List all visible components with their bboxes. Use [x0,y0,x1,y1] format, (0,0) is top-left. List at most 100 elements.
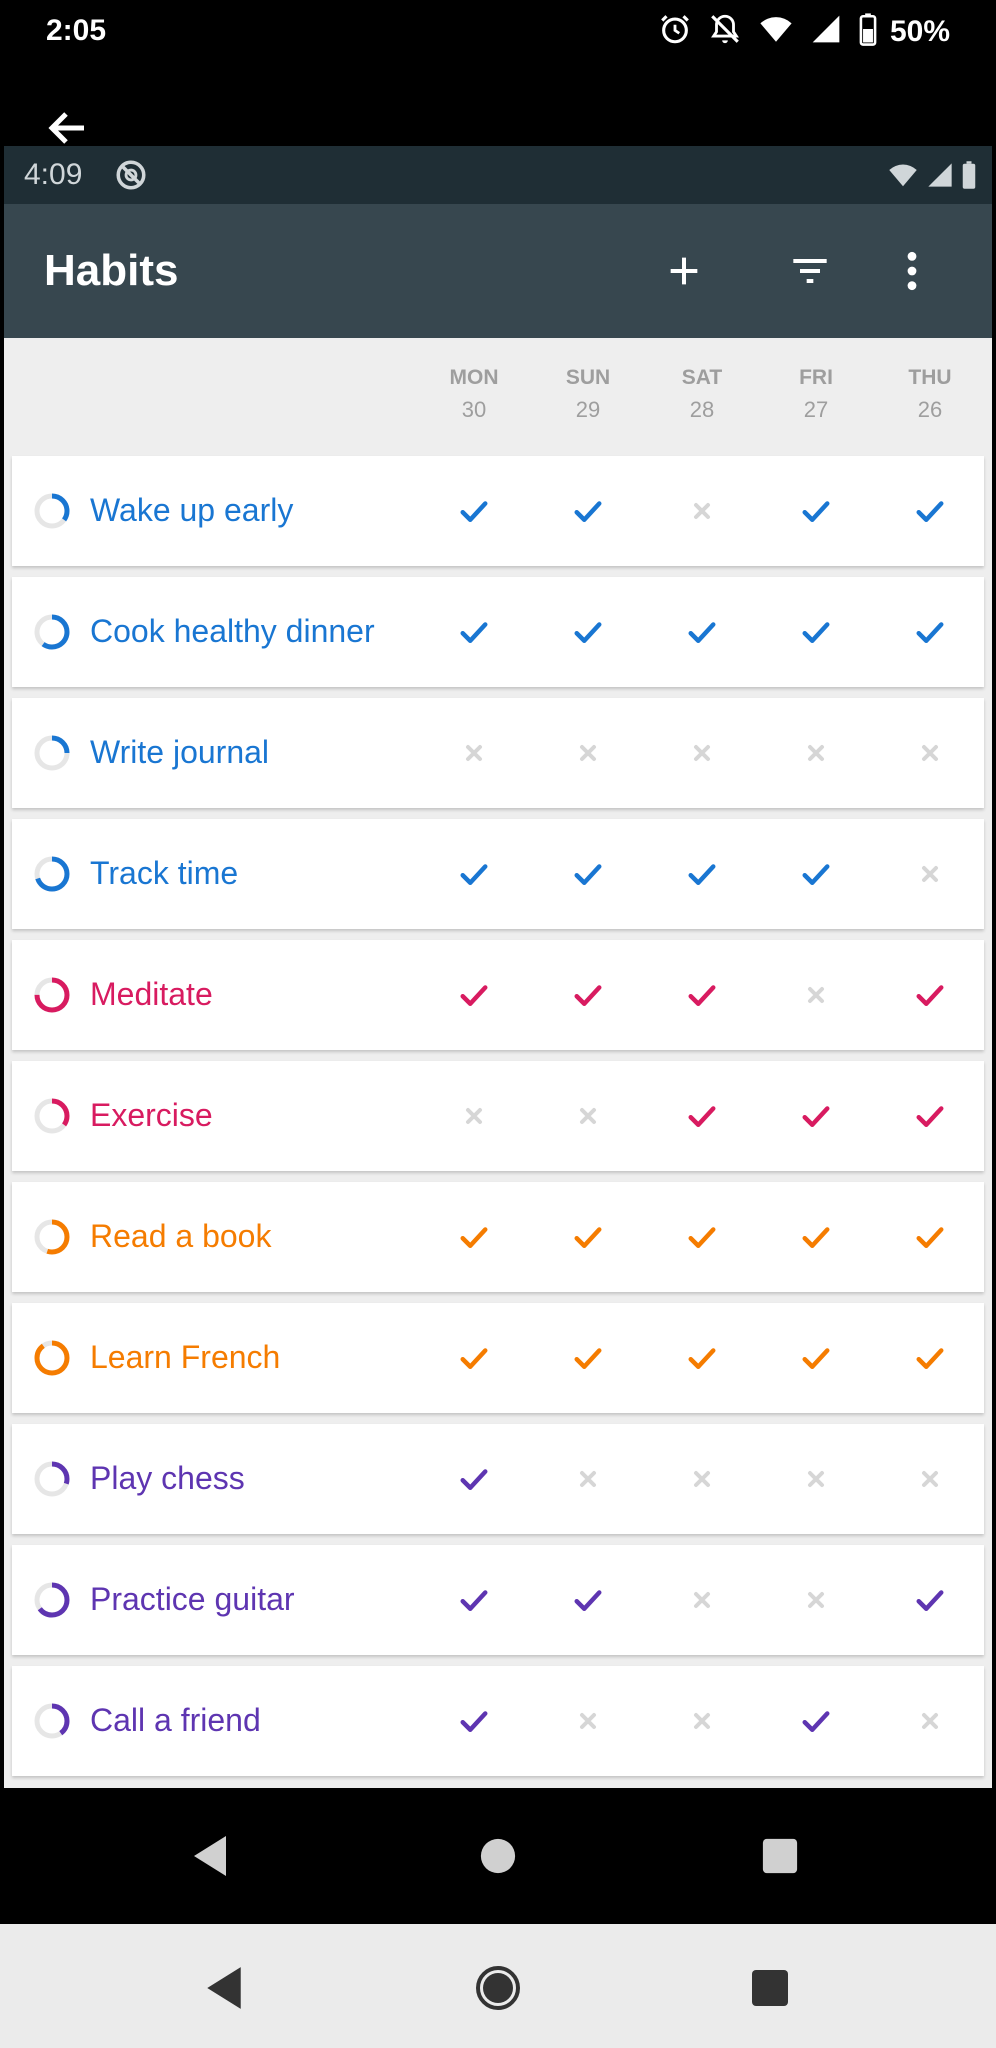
outer-back-button[interactable] [196,1960,252,2016]
check-mark-button[interactable] [566,610,610,654]
check-mark-button[interactable] [566,973,610,1017]
unchecked-mark-button[interactable] [908,731,952,775]
habit-row[interactable]: Read a book [12,1182,984,1292]
x-icon [808,1592,824,1608]
check-mark-button[interactable] [566,1578,610,1622]
check-mark-button[interactable] [680,1215,724,1259]
check-mark-button[interactable] [680,1094,724,1138]
outer-navigation-bar [0,1924,996,2048]
inner-back-button[interactable] [182,1828,238,1884]
outer-clock: 2:05 [46,14,107,47]
x-icon [466,745,482,761]
check-icon [916,985,944,1006]
unchecked-mark-button[interactable] [566,1094,610,1138]
check-mark-button[interactable] [452,610,496,654]
habit-name: Meditate [90,976,213,1012]
check-mark-button[interactable] [452,1699,496,1743]
check-mark-button[interactable] [794,489,838,533]
habit-row[interactable]: Track time [12,819,984,929]
check-mark-button[interactable] [680,610,724,654]
check-mark-button[interactable] [566,1215,610,1259]
day-of-week: SUN [565,366,611,389]
check-mark-button[interactable] [452,1457,496,1501]
habit-row[interactable]: Learn French [12,1303,984,1413]
unchecked-mark-button[interactable] [794,731,838,775]
check-mark-button[interactable] [908,610,952,654]
overflow-menu-button[interactable] [882,241,942,301]
check-mark-button[interactable] [680,852,724,896]
outer-recents-button[interactable] [742,1960,798,2016]
inner-recents-button[interactable] [752,1828,808,1884]
check-mark-button[interactable] [908,1336,952,1380]
check-mark-button[interactable] [452,1336,496,1380]
unchecked-mark-button[interactable] [566,1699,610,1743]
check-mark-button[interactable] [452,1215,496,1259]
check-icon [574,1348,602,1369]
outer-home-button[interactable] [470,1960,526,2016]
inner-home-button[interactable] [470,1828,526,1884]
habit-row[interactable]: Play chess [12,1424,984,1534]
filter-icon [793,259,827,283]
score-ring-icon [34,1098,70,1134]
unchecked-mark-button[interactable] [680,1457,724,1501]
unchecked-mark-button[interactable] [794,973,838,1017]
unchecked-mark-button[interactable] [794,1457,838,1501]
check-mark-button[interactable] [680,973,724,1017]
check-mark-button[interactable] [794,1699,838,1743]
x-icon [580,1108,596,1124]
habit-row[interactable]: Wake up early [12,456,984,566]
filter-button[interactable] [780,241,840,301]
habit-row[interactable]: Cook healthy dinner [12,577,984,687]
unchecked-mark-button[interactable] [794,1578,838,1622]
unchecked-mark-button[interactable] [452,1094,496,1138]
unchecked-mark-button[interactable] [680,1699,724,1743]
unchecked-mark-button[interactable] [680,731,724,775]
x-icon [580,1471,596,1487]
check-mark-button[interactable] [908,1215,952,1259]
check-mark-button[interactable] [452,489,496,533]
check-mark-button[interactable] [566,1336,610,1380]
unchecked-mark-button[interactable] [908,1699,952,1743]
check-icon [916,1106,944,1127]
score-ring-icon [34,493,70,529]
check-mark-button[interactable] [794,610,838,654]
habit-name: Call a friend [90,1702,261,1738]
check-icon [916,501,944,522]
check-icon [460,1590,488,1611]
x-icon [694,1713,710,1729]
check-mark-button[interactable] [566,852,610,896]
check-mark-button[interactable] [908,1094,952,1138]
habit-row[interactable]: Practice guitar [12,1545,984,1655]
check-mark-button[interactable] [794,1094,838,1138]
check-mark-button[interactable] [908,1578,952,1622]
check-mark-button[interactable] [452,973,496,1017]
x-icon [580,745,596,761]
check-mark-button[interactable] [566,489,610,533]
check-mark-button[interactable] [908,973,952,1017]
check-mark-button[interactable] [680,1336,724,1380]
day-of-week: FRI [799,366,833,389]
unchecked-mark-button[interactable] [908,852,952,896]
habit-row[interactable]: Exercise [12,1061,984,1171]
check-icon [802,622,830,643]
habit-row[interactable]: Write journal [12,698,984,808]
day-of-week: MON [449,366,499,389]
add-habit-button[interactable] [654,241,714,301]
habit-row[interactable]: Call a friend [12,1666,984,1776]
check-mark-button[interactable] [908,489,952,533]
unchecked-mark-button[interactable] [566,731,610,775]
check-mark-button[interactable] [452,852,496,896]
unchecked-mark-button[interactable] [452,731,496,775]
check-icon [688,1106,716,1127]
check-icon [460,1711,488,1732]
check-mark-button[interactable] [794,1215,838,1259]
check-mark-button[interactable] [794,852,838,896]
check-mark-button[interactable] [794,1336,838,1380]
unchecked-mark-button[interactable] [680,489,724,533]
outer-status-icons: 50% [658,12,950,51]
check-mark-button[interactable] [452,1578,496,1622]
unchecked-mark-button[interactable] [566,1457,610,1501]
unchecked-mark-button[interactable] [680,1578,724,1622]
habit-row[interactable]: Meditate [12,940,984,1050]
unchecked-mark-button[interactable] [908,1457,952,1501]
